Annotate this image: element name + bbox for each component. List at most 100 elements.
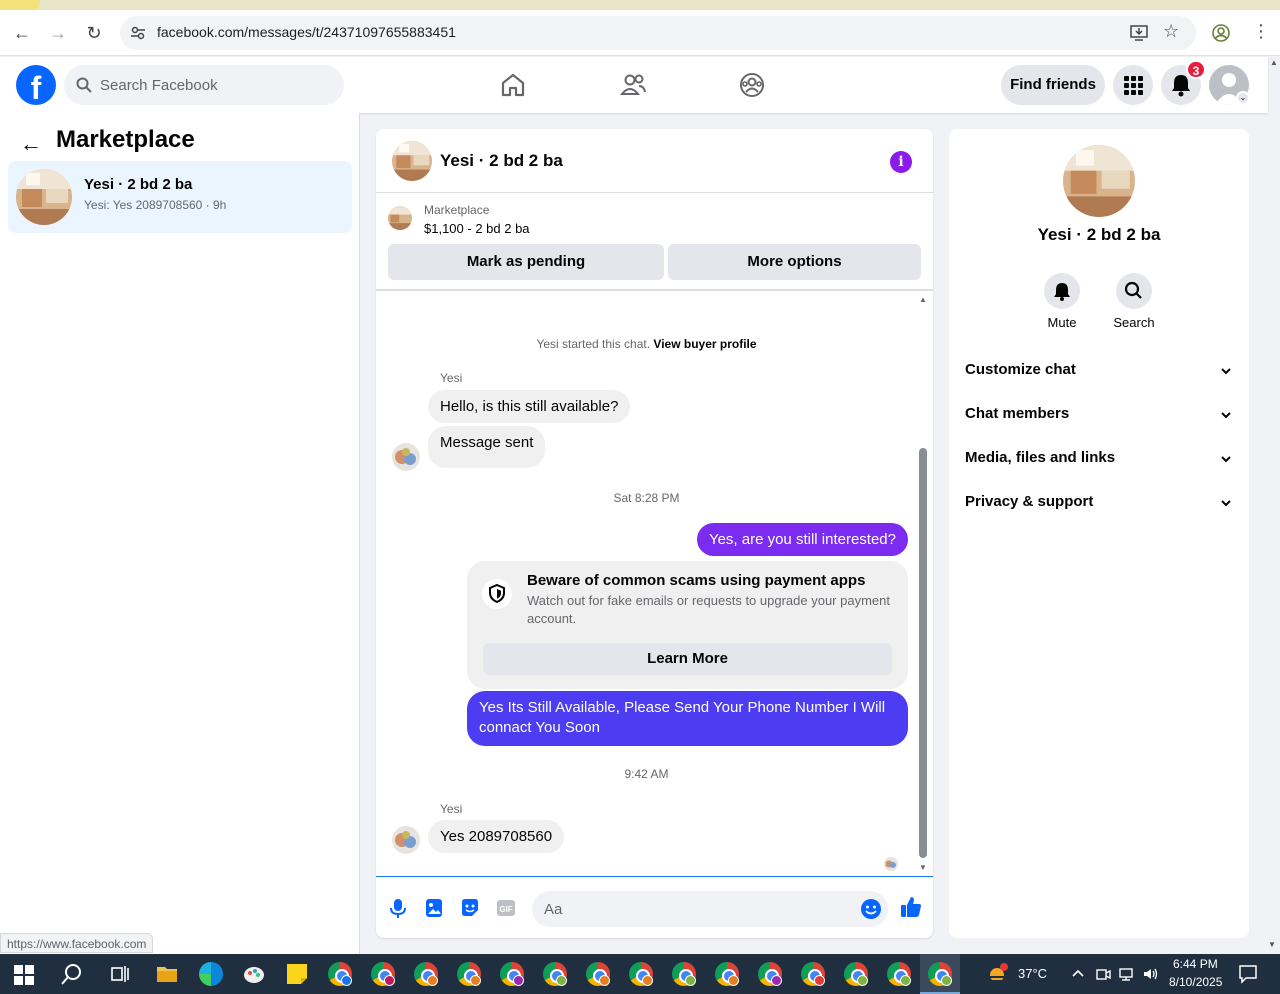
profile-icon[interactable] <box>1212 24 1230 42</box>
gif-icon[interactable]: GIF <box>495 897 517 919</box>
volume-icon[interactable] <box>1142 966 1158 982</box>
find-friends-button[interactable]: Find friends <box>1001 65 1105 105</box>
grid-menu-icon <box>1124 76 1143 95</box>
timestamp: 9:42 AM <box>624 767 669 781</box>
kebab-menu-icon[interactable]: ⋮ <box>1252 21 1270 42</box>
conversation-item[interactable]: Yesi · 2 bd 2 ba Yesi: Yes 2089708560 · … <box>8 161 352 233</box>
sender-avatar[interactable] <box>392 826 420 854</box>
chat-start-notice: Yesi started this chat. View buyer profi… <box>376 337 917 351</box>
url-bar[interactable]: facebook.com/messages/t/2437109765588345… <box>120 16 1196 50</box>
conversation-list-panel: ← Marketplace Yesi · 2 bd 2 ba Yesi: Yes… <box>0 113 360 954</box>
search-icon[interactable] <box>60 962 84 986</box>
site-settings-icon[interactable] <box>130 25 146 41</box>
avatar-photo-icon <box>392 826 420 854</box>
facebook-header: f Find friends 3 ⌄ <box>0 57 1268 113</box>
chat-title[interactable]: Yesi · 2 bd 2 ba <box>440 151 563 171</box>
microphone-icon[interactable] <box>387 897 409 919</box>
search-icon <box>76 77 92 93</box>
forward-icon[interactable]: → <box>47 22 69 44</box>
page-scroll-up-icon[interactable]: ▲ <box>1268 58 1280 68</box>
back-icon[interactable]: ← <box>11 22 33 44</box>
info-icon[interactable]: i <box>890 151 912 173</box>
chrome-profile-badge <box>642 975 653 986</box>
friends-icon[interactable] <box>619 71 647 99</box>
facebook-logo[interactable]: f <box>16 65 56 105</box>
bookmark-star-icon[interactable]: ☆ <box>1163 21 1179 42</box>
edge-browser-icon[interactable] <box>199 962 223 986</box>
sender-avatar[interactable] <box>392 443 420 471</box>
page-scroll-down-icon[interactable]: ▼ <box>1268 940 1276 949</box>
section-label: Media, files and links <box>965 449 1116 466</box>
browser-tabstrip <box>0 0 1280 10</box>
learn-more-button[interactable]: Learn More <box>483 643 892 675</box>
chat-members-section[interactable]: Chat members <box>965 405 1235 429</box>
chrome-profile-badge <box>941 975 952 986</box>
chrome-profile-badge <box>728 975 739 986</box>
svg-text:GIF: GIF <box>499 905 512 914</box>
back-arrow-icon[interactable]: ← <box>20 131 42 157</box>
media-files-links-section[interactable]: Media, files and links <box>965 449 1235 473</box>
chat-avatar[interactable] <box>392 141 432 181</box>
sticky-notes-icon[interactable] <box>285 962 309 986</box>
sticker-icon[interactable] <box>459 897 481 919</box>
scroll-thumb[interactable] <box>919 448 927 858</box>
search-in-chat-button[interactable]: Search <box>1104 273 1164 330</box>
sender-label: Yesi <box>440 802 463 816</box>
mark-as-pending-button[interactable]: Mark as pending <box>388 244 664 280</box>
install-app-icon[interactable] <box>1130 25 1148 41</box>
chat-start-text: Yesi started this chat. <box>536 337 651 351</box>
chat-info-panel: Yesi · 2 bd 2 ba Mute Search Customize c… <box>949 129 1249 938</box>
privacy-support-section[interactable]: Privacy & support <box>965 493 1235 517</box>
search-input[interactable] <box>100 65 330 105</box>
weather-sun-icon[interactable] <box>985 962 1009 986</box>
incoming-message[interactable]: Yes 2089708560 <box>428 820 565 853</box>
file-explorer-icon[interactable] <box>155 962 179 986</box>
listing-price-title[interactable]: $1,100 - 2 bd 2 ba <box>424 221 530 236</box>
section-label: Chat members <box>965 405 1070 422</box>
temperature[interactable]: 37°C <box>1018 966 1047 981</box>
chat-panel: Yesi · 2 bd 2 ba i Marketplace $1,100 - … <box>376 129 933 938</box>
clock-time[interactable]: 6:44 PM <box>1173 957 1218 971</box>
chevron-down-icon[interactable]: ⌄ <box>1236 91 1250 105</box>
profile-avatar[interactable] <box>1063 145 1135 217</box>
menu-button[interactable] <box>1113 65 1153 105</box>
scroll-down-icon[interactable]: ▼ <box>919 863 927 872</box>
message-input-box[interactable] <box>532 891 888 927</box>
reload-icon[interactable]: ↻ <box>83 22 105 44</box>
customize-chat-section[interactable]: Customize chat <box>965 361 1235 385</box>
incoming-message[interactable]: Message sent <box>428 426 546 468</box>
like-thumb-icon[interactable] <box>899 895 923 919</box>
listing-thumbnail[interactable] <box>388 206 412 230</box>
meet-now-icon[interactable] <box>1095 966 1111 982</box>
windows-start-icon[interactable] <box>14 965 34 985</box>
emoji-icon[interactable] <box>860 898 882 920</box>
url-text[interactable]: facebook.com/messages/t/2437109765588345… <box>157 24 456 40</box>
photo-icon[interactable] <box>423 897 445 919</box>
search-box[interactable] <box>64 65 344 105</box>
active-tab[interactable] <box>0 0 40 10</box>
outgoing-message[interactable]: Yes, are you still interested? <box>696 523 908 556</box>
task-view-icon[interactable] <box>108 962 132 986</box>
mute-button[interactable]: Mute <box>1032 273 1092 330</box>
scroll-up-icon[interactable]: ▲ <box>919 295 927 304</box>
search-label: Search <box>1113 315 1155 330</box>
network-icon[interactable] <box>1118 966 1134 982</box>
clock-date[interactable]: 8/10/2025 <box>1169 975 1222 989</box>
paint-icon[interactable] <box>242 962 266 986</box>
mute-label: Mute <box>1047 315 1077 330</box>
view-buyer-profile-link[interactable]: View buyer profile <box>653 337 756 351</box>
section-label: Customize chat <box>965 361 1076 378</box>
home-icon[interactable] <box>499 71 527 99</box>
outgoing-message[interactable]: Yes Its Still Available, Please Send You… <box>467 691 908 746</box>
bell-icon <box>1054 283 1070 301</box>
notification-center-icon[interactable] <box>1238 964 1258 984</box>
message-area[interactable]: ▲ ▼ Yesi started this chat. View buyer p… <box>376 291 933 876</box>
groups-icon[interactable] <box>738 71 766 99</box>
kitchen-photo-icon <box>1063 145 1135 217</box>
more-options-button[interactable]: More options <box>668 244 921 280</box>
conversation-snippet: Yesi: Yes 2089708560 · 9h <box>84 198 227 212</box>
section-label: Privacy & support <box>965 493 1094 510</box>
chevron-up-icon[interactable] <box>1070 966 1086 982</box>
incoming-message[interactable]: Hello, is this still available? <box>428 390 631 423</box>
message-input[interactable] <box>544 891 844 927</box>
